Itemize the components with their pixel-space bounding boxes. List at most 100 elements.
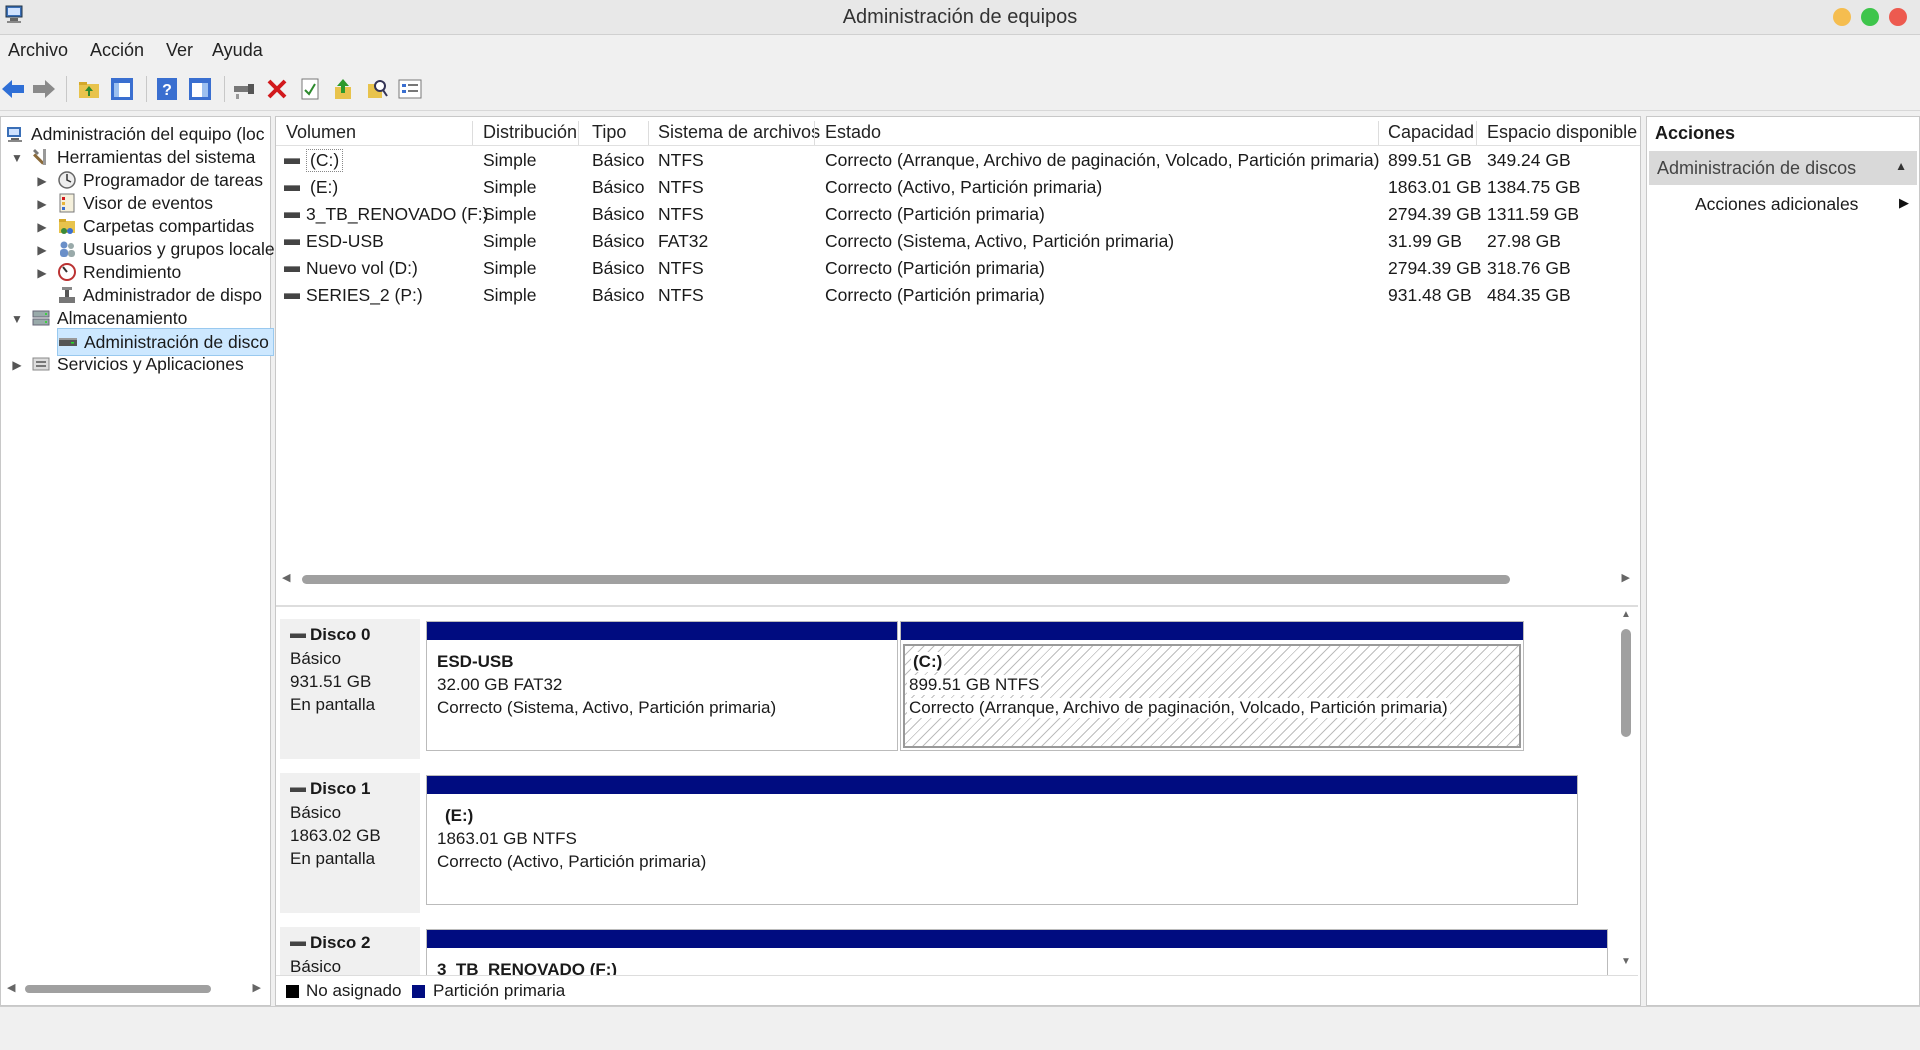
properties-panel-button[interactable] xyxy=(187,76,213,102)
svg-text:?: ? xyxy=(162,82,172,99)
drive-icon xyxy=(284,185,300,191)
column-divider[interactable] xyxy=(814,121,815,145)
toolbar-separator xyxy=(146,76,147,102)
computer-management-icon xyxy=(5,124,25,144)
search-button[interactable] xyxy=(364,76,390,102)
action-item-more-actions[interactable]: Acciones adicionales ▶ xyxy=(1649,189,1917,219)
disk-info-0[interactable]: Disco 0 Básico 931.51 GB En pantalla xyxy=(280,619,420,759)
expand-arrow-icon[interactable]: ▶ xyxy=(36,174,48,188)
disk-status: En pantalla xyxy=(290,849,376,868)
view-list-button[interactable] xyxy=(397,76,423,102)
scroll-thumb[interactable] xyxy=(1621,629,1631,737)
column-header-sistema-archivos[interactable]: Sistema de archivos xyxy=(658,122,820,143)
up-folder-button[interactable] xyxy=(76,76,102,102)
connect-button[interactable] xyxy=(231,76,257,102)
scroll-thumb[interactable] xyxy=(302,575,1510,584)
collapse-up-icon[interactable]: ▲ xyxy=(1895,159,1907,173)
storage-icon xyxy=(31,308,51,328)
list-view-icon xyxy=(398,79,422,99)
cell-type: Básico xyxy=(592,204,645,224)
expand-arrow-icon[interactable]: ▶ xyxy=(36,266,48,280)
column-divider[interactable] xyxy=(648,121,649,145)
table-row[interactable]: 3_TB_RENOVADO (F:) Simple Básico NTFS Co… xyxy=(276,201,1640,227)
collapse-arrow-icon[interactable]: ▼ xyxy=(11,312,23,326)
properties-button[interactable] xyxy=(297,76,323,102)
expand-arrow-icon[interactable]: ▶ xyxy=(36,197,48,211)
cell-volume: (E:) xyxy=(310,177,339,197)
minimize-button[interactable] xyxy=(1833,8,1851,26)
shared-folder-icon xyxy=(57,216,77,236)
back-button[interactable] xyxy=(0,76,26,102)
scroll-thumb[interactable] xyxy=(25,985,211,993)
menu-ayuda[interactable]: Ayuda xyxy=(212,40,263,61)
tree-item-label: Programador de tareas xyxy=(83,169,263,190)
disk-view-vertical-scrollbar[interactable]: ▲ ▼ xyxy=(1616,607,1636,969)
tree-item-label: Servicios y Aplicaciones xyxy=(57,353,244,374)
menu-accion[interactable]: Acción xyxy=(90,40,144,61)
volume-list-header: Volumen Distribución Tipo Sistema de arc… xyxy=(276,119,1640,146)
cell-status: Correcto (Activo, Partición primaria) xyxy=(825,177,1103,197)
tree-item-services-apps[interactable]: Servicios y Aplicaciones xyxy=(31,351,244,377)
expand-arrow-icon[interactable]: ▶ xyxy=(11,358,23,372)
scroll-down-icon[interactable]: ▼ xyxy=(1621,956,1631,967)
collapse-arrow-icon[interactable]: ▼ xyxy=(11,151,23,165)
drive-icon xyxy=(284,239,300,245)
services-icon xyxy=(31,354,51,374)
scroll-right-icon[interactable]: ▶ xyxy=(1622,571,1630,584)
back-arrow-icon xyxy=(2,80,24,98)
scroll-left-icon[interactable]: ◀ xyxy=(282,571,290,584)
toolbar-separator xyxy=(224,76,225,102)
menu-ver[interactable]: Ver xyxy=(166,40,193,61)
partition-status: Correcto (Arranque, Archivo de paginació… xyxy=(907,698,1450,718)
volume-list-horizontal-scrollbar[interactable]: ◀ ▶ xyxy=(280,571,1634,587)
column-divider[interactable] xyxy=(1476,121,1477,145)
partition-f[interactable]: 3_TB_RENOVADO (F:) xyxy=(426,929,1608,977)
partition-e[interactable]: (E:) 1863.01 GB NTFS Correcto (Activo, P… xyxy=(426,775,1578,905)
cell-status: Correcto (Partición primaria) xyxy=(825,258,1045,278)
actions-section-disk-management[interactable]: Administración de discos ▲ xyxy=(1649,151,1917,185)
partition-esd-usb[interactable]: ESD-USB 32.00 GB FAT32 Correcto (Sistema… xyxy=(426,621,898,751)
tree-item-label: Carpetas compartidas xyxy=(83,215,255,236)
cell-volume: SERIES_2 (P:) xyxy=(306,285,423,305)
menu-archivo[interactable]: Archivo xyxy=(8,40,68,61)
tree-horizontal-scrollbar[interactable]: ◀ ▶ xyxy=(5,981,263,997)
cell-filesystem: FAT32 xyxy=(658,231,709,251)
column-header-capacidad[interactable]: Capacidad xyxy=(1388,122,1474,143)
column-header-tipo[interactable]: Tipo xyxy=(592,122,626,143)
column-header-volumen[interactable]: Volumen xyxy=(286,122,356,143)
actions-title: Acciones xyxy=(1647,117,1919,149)
table-row[interactable]: ESD-USB Simple Básico FAT32 Correcto (Si… xyxy=(276,228,1640,254)
scroll-up-icon[interactable]: ▲ xyxy=(1621,609,1631,620)
legend: No asignado Partición primaria xyxy=(276,975,1638,1005)
close-button[interactable] xyxy=(1889,8,1907,26)
expand-arrow-icon[interactable]: ▶ xyxy=(36,243,48,257)
partition-c[interactable]: (C:) 899.51 GB NTFS Correcto (Arranque, … xyxy=(900,621,1524,751)
column-divider[interactable] xyxy=(1378,121,1379,145)
column-header-espacio-disponible[interactable]: Espacio disponible xyxy=(1487,122,1637,143)
column-header-distribucion[interactable]: Distribución xyxy=(483,122,577,143)
show-hide-tree-button[interactable] xyxy=(109,76,135,102)
drive-icon xyxy=(284,266,300,272)
scroll-right-icon[interactable]: ▶ xyxy=(253,981,261,994)
column-header-estado[interactable]: Estado xyxy=(825,122,881,143)
column-divider[interactable] xyxy=(578,121,579,145)
export-button[interactable] xyxy=(330,76,356,102)
column-divider[interactable] xyxy=(472,121,473,145)
disk-info-1[interactable]: Disco 1 Básico 1863.02 GB En pantalla xyxy=(280,773,420,913)
table-row[interactable]: SERIES_2 (P:) Simple Básico NTFS Correct… xyxy=(276,282,1640,308)
performance-gauge-icon xyxy=(57,262,77,282)
help-button[interactable]: ? xyxy=(154,76,180,102)
cell-free-space: 1384.75 GB xyxy=(1487,177,1581,197)
disk-type: Básico xyxy=(290,803,342,822)
table-row[interactable]: (E:) Simple Básico NTFS Correcto (Activo… xyxy=(276,174,1640,200)
forward-arrow-icon xyxy=(33,80,55,98)
forward-button[interactable] xyxy=(31,76,57,102)
table-row[interactable]: (C:) Simple Básico NTFS Correcto (Arranq… xyxy=(276,147,1640,173)
expand-arrow-icon[interactable]: ▶ xyxy=(36,220,48,234)
scroll-left-icon[interactable]: ◀ xyxy=(7,981,15,994)
table-row[interactable]: Nuevo vol (D:) Simple Básico NTFS Correc… xyxy=(276,255,1640,281)
maximize-button[interactable] xyxy=(1861,8,1879,26)
legend-unallocated-label: No asignado xyxy=(306,981,402,1000)
disk-info-2[interactable]: Disco 2 Básico xyxy=(280,927,420,977)
delete-button[interactable] xyxy=(264,76,290,102)
